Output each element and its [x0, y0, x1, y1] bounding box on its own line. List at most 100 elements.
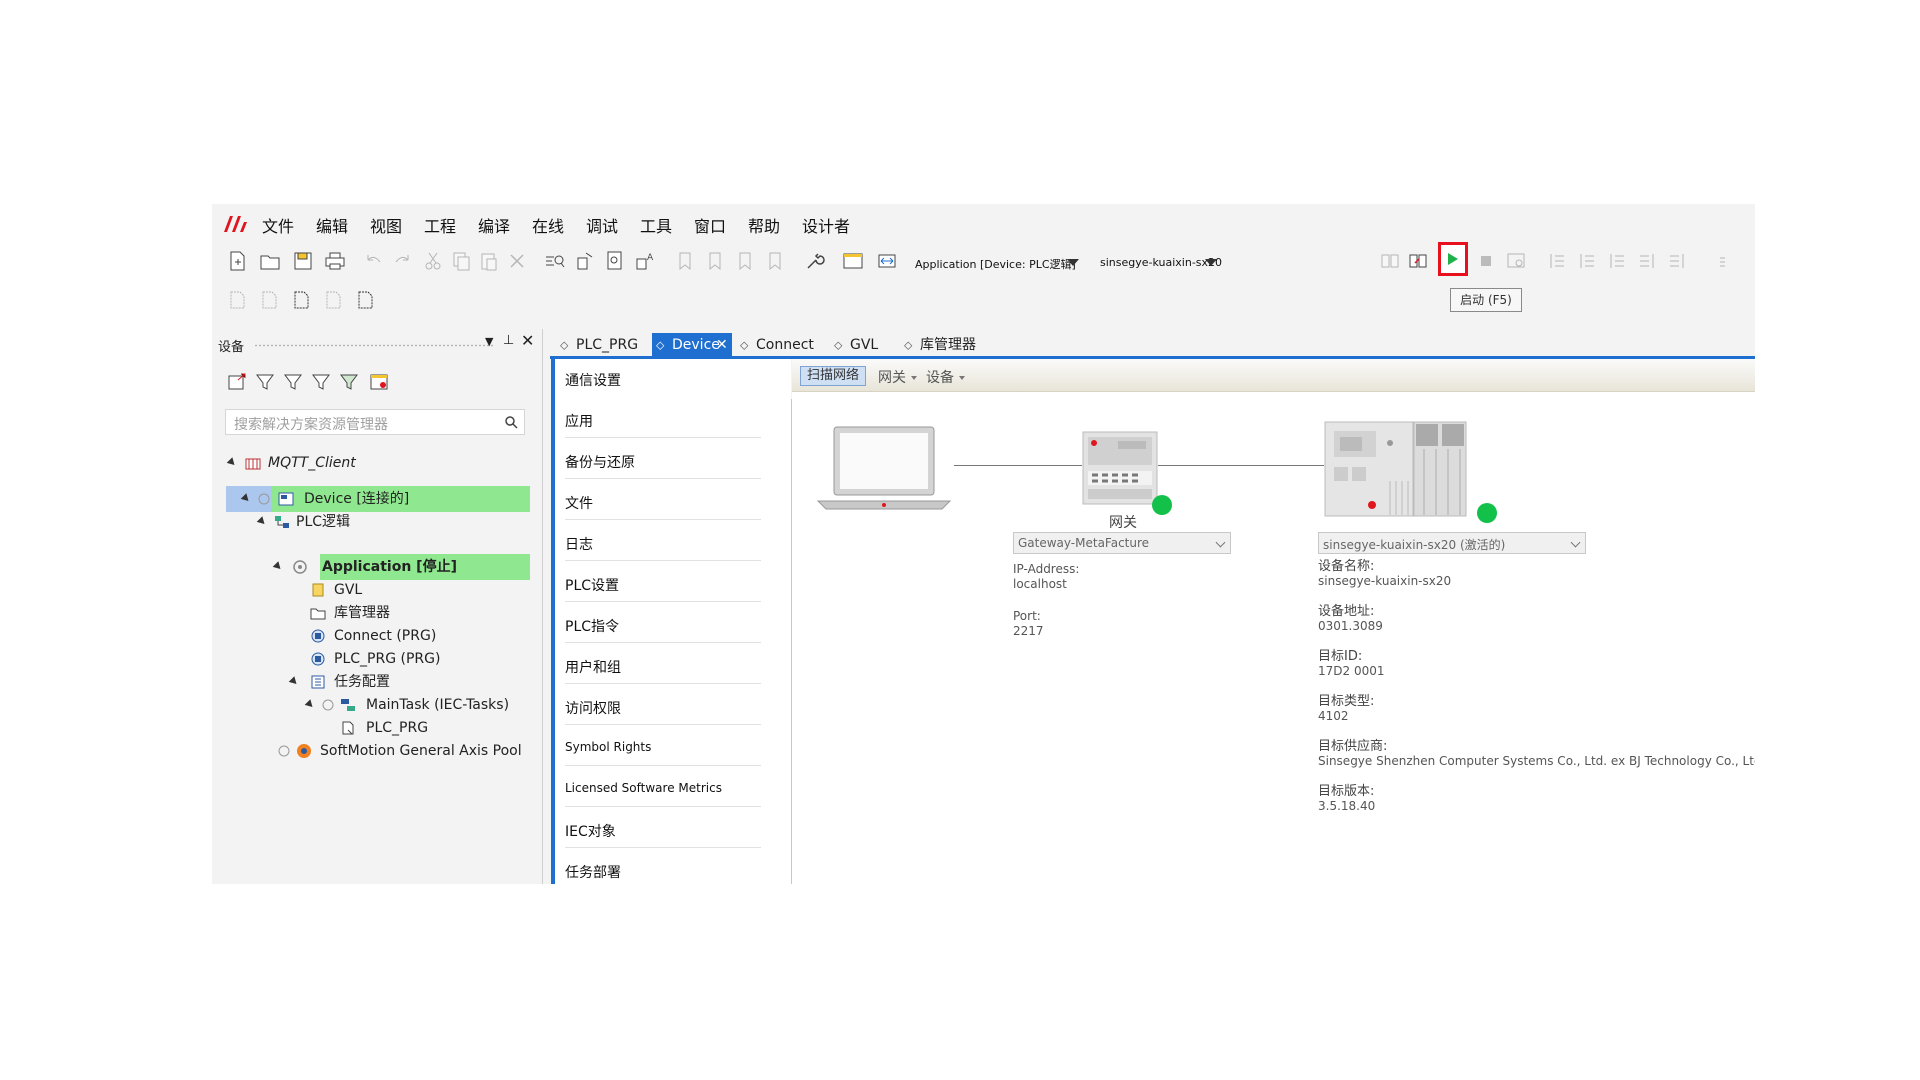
paste-icon[interactable]	[478, 250, 500, 272]
editor-tabs: ⬦ PLC_PRG ⬦ Device ✕ ⬦ Connect ⬦ GVL ⬦ 库…	[550, 329, 1755, 357]
task-icon	[341, 699, 355, 711]
step-into-icon[interactable]	[1606, 250, 1628, 272]
nav-item-communication[interactable]: 通信设置	[565, 370, 621, 390]
logout-icon[interactable]	[1407, 250, 1429, 272]
port-label: Port:	[1013, 609, 1041, 623]
replace-text-icon[interactable]: A	[634, 250, 656, 272]
nav-item-users-groups[interactable]: 用户和组	[565, 657, 621, 677]
device-address-value: 0301.3089	[1318, 619, 1383, 633]
delete-icon[interactable]	[506, 250, 528, 272]
copy-icon[interactable]	[450, 250, 472, 272]
filter-icon-2[interactable]	[282, 371, 304, 393]
run-to-cursor-icon[interactable]	[1666, 250, 1688, 272]
step-over-icon[interactable]	[1576, 250, 1598, 272]
device-address-label: 设备地址:	[1318, 604, 1375, 619]
menu-view[interactable]: 视图	[370, 213, 402, 237]
menu-project[interactable]: 工程	[424, 213, 456, 237]
menu-online[interactable]: 在线	[532, 213, 564, 237]
replace-icon[interactable]	[574, 250, 596, 272]
page-icon-3[interactable]	[290, 289, 312, 311]
export-icon[interactable]	[226, 371, 248, 393]
target-vendor-label: 目标供应商:	[1318, 739, 1388, 754]
nav-item-iec-objects[interactable]: IEC对象	[565, 821, 616, 841]
device-menu[interactable]: 设备	[926, 367, 965, 387]
application-combo[interactable]: Application [Device: PLC逻辑]	[915, 256, 1076, 272]
page-icon-4[interactable]	[322, 289, 344, 311]
nav-item-symbol-rights[interactable]: Symbol Rights	[565, 740, 651, 754]
login-icon[interactable]	[1379, 250, 1401, 272]
tab-library-manager[interactable]: ⬦ 库管理器	[900, 333, 990, 357]
library-icon	[310, 608, 326, 620]
properties-icon[interactable]	[368, 371, 390, 393]
device-select[interactable]: sinsegye-kuaixin-sx20 (激活的)	[1318, 532, 1586, 554]
pin-icon[interactable]: ⊥	[503, 333, 514, 348]
device-combo-arrow-icon[interactable]	[1205, 259, 1217, 266]
nav-item-task-deployment[interactable]: 任务部署	[565, 862, 621, 882]
nav-item-access-rights[interactable]: 访问权限	[565, 698, 621, 718]
save-icon[interactable]	[292, 250, 314, 272]
clear-bookmarks-icon[interactable]	[764, 250, 786, 272]
app-logo-icon	[224, 216, 247, 232]
close-tab-icon[interactable]: ✕	[716, 333, 728, 357]
nav-item-plc-shell[interactable]: PLC指令	[565, 616, 619, 636]
nav-item-licensed-metrics[interactable]: Licensed Software Metrics	[565, 781, 722, 795]
scan-network-button[interactable]: 扫描网络	[800, 366, 866, 386]
step-out-icon[interactable]	[1636, 250, 1658, 272]
device-combo[interactable]: sinsegye-kuaixin-sx20	[1100, 256, 1222, 269]
menu-file[interactable]: 文件	[262, 213, 294, 237]
page-icon-1[interactable]	[226, 289, 248, 311]
menu-help[interactable]: 帮助	[748, 213, 780, 237]
redo-icon[interactable]	[392, 250, 414, 272]
print-icon[interactable]	[324, 250, 346, 272]
devices-panel: 设备 ▼ ⊥ ✕ 搜索解决方案资源管理器 MQTT_Client Device	[212, 329, 543, 884]
menu-designer[interactable]: 设计者	[802, 213, 850, 237]
bookmark-icon[interactable]	[674, 250, 696, 272]
nav-item-backup-restore[interactable]: 备份与还原	[565, 452, 635, 472]
wrench-icon[interactable]	[804, 250, 826, 272]
nav-item-plc-settings[interactable]: PLC设置	[565, 575, 619, 595]
find-in-file-icon[interactable]	[604, 250, 626, 272]
reset-icon[interactable]	[1505, 250, 1527, 272]
filter-icon-1[interactable]	[254, 371, 276, 393]
open-project-icon[interactable]	[259, 250, 281, 272]
tree-label: MQTT_Client	[268, 455, 356, 471]
start-button[interactable]	[1438, 242, 1468, 276]
menu-build[interactable]: 编译	[478, 213, 510, 237]
solution-search-input[interactable]: 搜索解决方案资源管理器	[225, 409, 525, 435]
find-icon[interactable]	[544, 250, 566, 272]
menu-window[interactable]: 窗口	[694, 213, 726, 237]
close-panel-icon[interactable]: ✕	[521, 331, 534, 350]
undo-icon[interactable]	[362, 250, 384, 272]
search-icon[interactable]	[504, 415, 518, 429]
menu-tools[interactable]: 工具	[640, 213, 672, 237]
page-icon-5[interactable]	[354, 289, 376, 311]
breakpoint-icon[interactable]	[1546, 250, 1568, 272]
cut-icon[interactable]	[422, 250, 444, 272]
nav-item-files[interactable]: 文件	[565, 493, 593, 513]
device-editor-nav: 通信设置 应用 备份与还原 文件 日志 PLC设置 PLC指令 用户和组 访问权…	[551, 359, 791, 884]
application-combo-arrow-icon[interactable]	[1067, 259, 1079, 266]
next-bookmark-icon[interactable]	[734, 250, 756, 272]
gateway-menu[interactable]: 网关	[878, 367, 917, 387]
gateway-select[interactable]: Gateway-MetaFacture	[1013, 532, 1231, 554]
more-icon[interactable]	[1706, 250, 1728, 272]
stop-icon[interactable]	[1475, 250, 1497, 272]
menu-edit[interactable]: 编辑	[316, 213, 348, 237]
tab-device[interactable]: ⬦ Device ✕	[652, 333, 732, 357]
nav-item-applications[interactable]: 应用	[565, 411, 593, 431]
start-tooltip: 启动 (F5)	[1450, 288, 1522, 312]
tab-plc-prg[interactable]: ⬦ PLC_PRG	[556, 333, 642, 357]
menu-debug[interactable]: 调试	[586, 213, 618, 237]
page-icon-2[interactable]	[258, 289, 280, 311]
tab-gvl[interactable]: ⬦ GVL	[830, 333, 890, 357]
prev-bookmark-icon[interactable]	[704, 250, 726, 272]
tag-icon: ⬦	[560, 338, 569, 352]
filter-icon-4[interactable]	[338, 371, 360, 393]
new-project-icon[interactable]	[226, 250, 248, 272]
panel-menu-icon[interactable]: ▼	[485, 335, 493, 348]
tab-connect[interactable]: ⬦ Connect	[736, 333, 822, 357]
window-icon[interactable]	[842, 250, 864, 272]
width-icon[interactable]	[876, 250, 898, 272]
filter-icon-3[interactable]	[310, 371, 332, 393]
nav-item-log[interactable]: 日志	[565, 534, 593, 554]
